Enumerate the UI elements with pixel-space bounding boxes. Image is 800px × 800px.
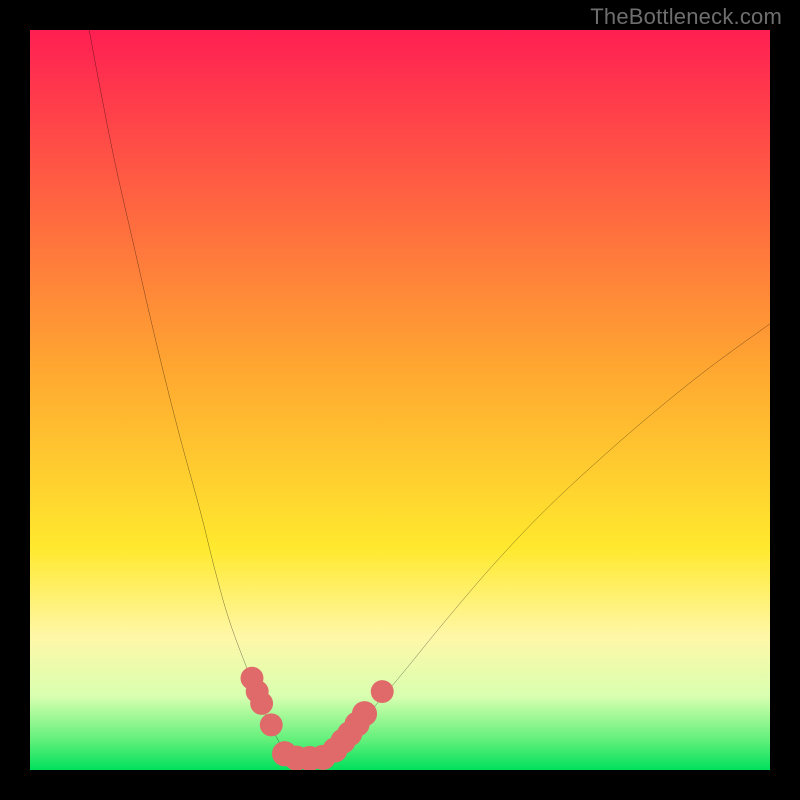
curves-layer (30, 30, 770, 770)
data-marker (250, 692, 273, 715)
data-marker (371, 680, 394, 703)
curve-left-branch (89, 30, 289, 758)
plot-area (30, 30, 770, 770)
watermark-label: TheBottleneck.com (590, 4, 782, 30)
curve-group (89, 30, 770, 758)
data-marker (352, 701, 377, 726)
marker-group (241, 667, 394, 770)
data-marker (260, 713, 283, 736)
chart-stage: TheBottleneck.com (0, 0, 800, 800)
